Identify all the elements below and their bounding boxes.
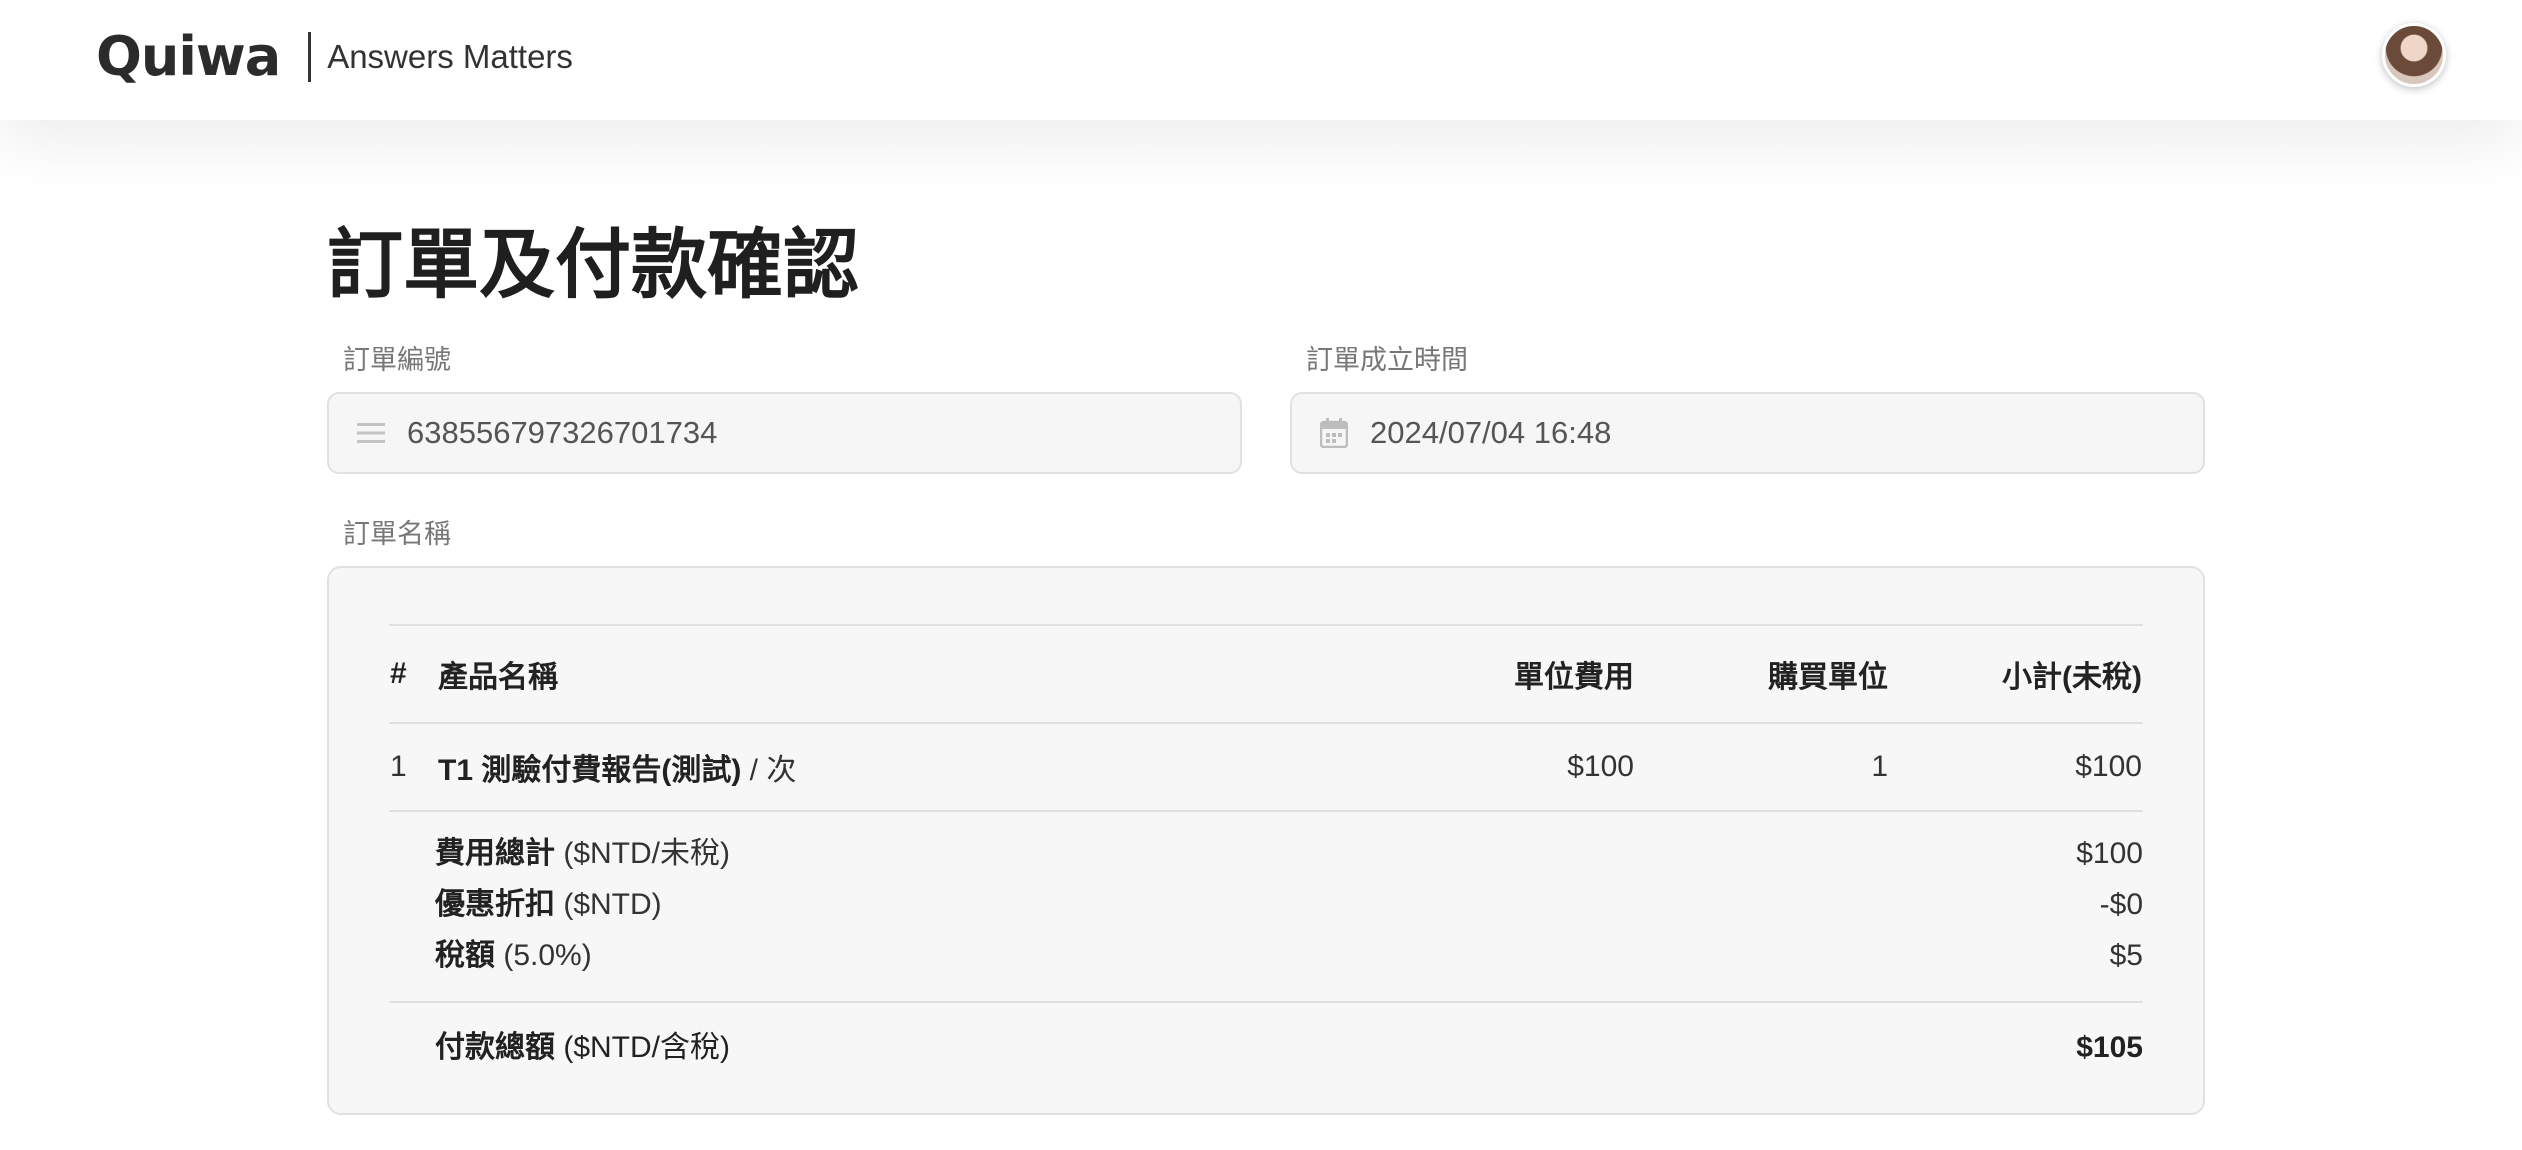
order-time-field: 訂單成立時間 2024/07/04 16:48 xyxy=(1290,340,2205,474)
row-product: T1 測驗付費報告(測試) / 次 xyxy=(437,723,1373,812)
grand-total-note: ($NTD/含稅) xyxy=(555,1031,730,1064)
row-product-name: T1 測驗付費報告(測試) xyxy=(438,754,742,787)
tax-row: 稅額 (5.0%) $5 xyxy=(435,930,2143,981)
tax-label-group: 稅額 (5.0%) xyxy=(435,930,592,981)
order-info-row: 訂單編號 638556797326701734 訂單成立時間 2024/07/0… xyxy=(327,340,2205,474)
logo-wordmark: Quiwa xyxy=(96,25,281,88)
fee-total-label: 費用總計 xyxy=(435,837,555,870)
table-row: 1 T1 測驗付費報告(測試) / 次 $100 1 $100 xyxy=(389,723,2143,812)
fee-total-value: $100 xyxy=(2076,837,2143,870)
order-number-input[interactable]: 638556797326701734 xyxy=(327,392,1242,474)
fee-total-label-group: 費用總計 ($NTD/未稅) xyxy=(435,828,730,879)
summary-divider xyxy=(389,1001,2143,1003)
main-content: 訂單及付款確認 訂單編號 638556797326701734 訂單成立時間 2… xyxy=(327,210,2205,1115)
page-title: 訂單及付款確認 xyxy=(327,220,859,309)
brand-logo[interactable]: Quiwa Answers Matters xyxy=(96,24,573,90)
order-items-table: # 產品名稱 單位費用 購買單位 小計(未稅) 1 T1 測驗付費報告(測試) … xyxy=(389,624,2143,812)
order-time-label: 訂單成立時間 xyxy=(1306,345,1468,375)
calendar-icon xyxy=(1320,418,1348,448)
discount-label-group: 優惠折扣 ($NTD) xyxy=(435,879,662,930)
col-header-num: # xyxy=(389,624,437,724)
fee-total-row: 費用總計 ($NTD/未稅) $100 xyxy=(435,828,2143,879)
tax-note: (5.0%) xyxy=(495,939,592,972)
grand-total-row: 付款總額 ($NTD/含稅) $105 xyxy=(435,1023,2143,1073)
grand-total-label-group: 付款總額 ($NTD/含稅) xyxy=(435,1023,730,1073)
row-quantity: 1 xyxy=(1635,723,1889,812)
order-summary: 費用總計 ($NTD/未稅) $100 優惠折扣 ($NTD) -$0 稅額 (… xyxy=(389,812,2143,1073)
logo-divider xyxy=(308,32,312,82)
tax-label: 稅額 xyxy=(435,939,495,972)
order-number-field: 訂單編號 638556797326701734 xyxy=(327,340,1242,474)
order-name-label: 訂單名稱 xyxy=(343,519,451,549)
grand-total-label: 付款總額 xyxy=(435,1031,555,1064)
discount-label: 優惠折扣 xyxy=(435,888,555,921)
order-number-value: 638556797326701734 xyxy=(407,415,718,450)
row-subtotal: $100 xyxy=(1889,723,2143,812)
grand-total-value: $105 xyxy=(2076,1031,2143,1064)
col-header-product: 產品名稱 xyxy=(437,624,1373,724)
logo-tagline: Answers Matters xyxy=(327,38,573,75)
col-header-subtotal: 小計(未稅) xyxy=(1889,624,2143,724)
order-details-box: # 產品名稱 單位費用 購買單位 小計(未稅) 1 T1 測驗付費報告(測試) … xyxy=(327,566,2205,1115)
row-num: 1 xyxy=(389,723,437,812)
col-header-unit-price: 單位費用 xyxy=(1373,624,1635,724)
row-unit-price: $100 xyxy=(1373,723,1635,812)
order-number-label: 訂單編號 xyxy=(343,345,451,375)
tax-value: $5 xyxy=(2109,939,2143,972)
list-icon xyxy=(357,419,385,447)
table-header-row: # 產品名稱 單位費用 購買單位 小計(未稅) xyxy=(389,624,2143,724)
row-product-unit: / 次 xyxy=(741,754,797,787)
top-header: Quiwa Answers Matters xyxy=(0,0,2522,120)
col-header-quantity: 購買單位 xyxy=(1635,624,1889,724)
fee-total-note: ($NTD/未稅) xyxy=(555,837,730,870)
discount-row: 優惠折扣 ($NTD) -$0 xyxy=(435,879,2143,930)
user-avatar[interactable] xyxy=(2382,23,2446,87)
discount-note: ($NTD) xyxy=(555,888,662,921)
discount-value: -$0 xyxy=(2099,888,2143,921)
order-time-input[interactable]: 2024/07/04 16:48 xyxy=(1290,392,2205,474)
order-time-value: 2024/07/04 16:48 xyxy=(1370,415,1612,450)
